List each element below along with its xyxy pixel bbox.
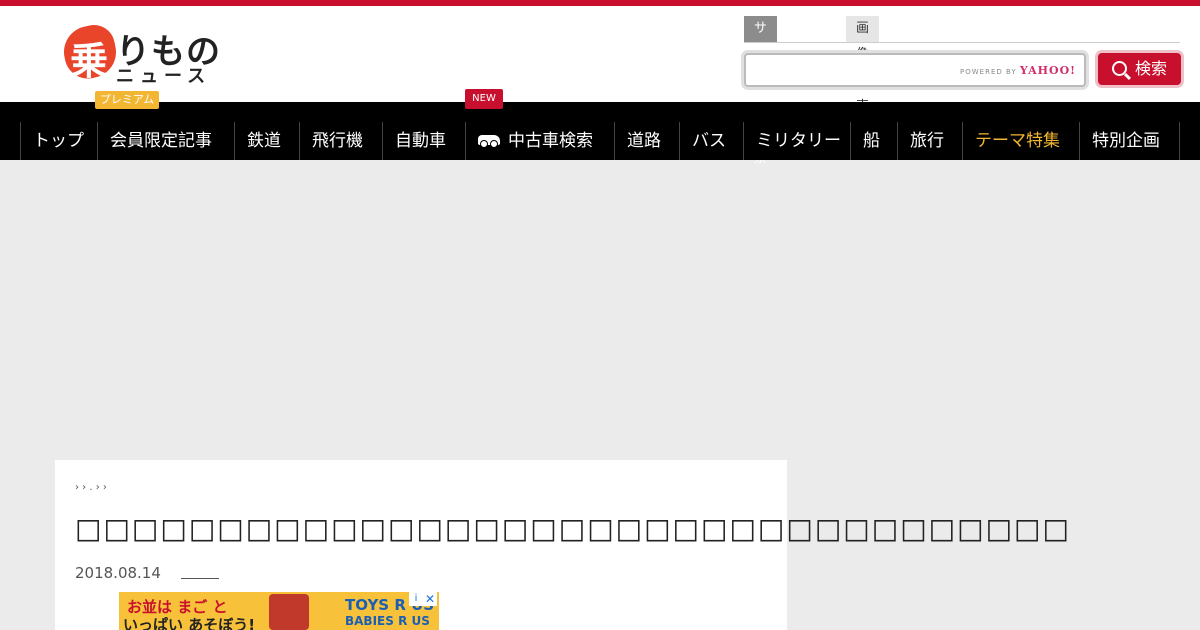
breadcrumb[interactable]: › › . › ›: [75, 482, 107, 493]
nav-item-military[interactable]: ミリタリー: [743, 122, 850, 160]
yahoo-logo: YAHOO!: [1019, 64, 1076, 77]
powered-by-label: POWERED BY YAHOO!: [960, 64, 1076, 77]
tab-site-search[interactable]: サイト内検索: [744, 16, 778, 166]
nav-item-top[interactable]: トップ: [20, 122, 97, 160]
nav-item-travel[interactable]: 旅行: [897, 122, 962, 160]
ad-toy-image: [269, 594, 309, 630]
ad-info-icon[interactable]: i: [409, 592, 423, 606]
logo-kanji: 乗: [70, 38, 109, 83]
main-nav: トップ 会員限定記事 鉄道 飛行機 自動車 中古車検索 道路 バス ミリタリー …: [0, 102, 1200, 160]
article-author[interactable]: [181, 564, 219, 579]
ad-line-2: いっぱい あそぼう!: [123, 616, 256, 630]
powered-by-text: POWERED BY: [960, 68, 1017, 76]
nav-item-ship[interactable]: 船: [850, 122, 897, 160]
nav-item-used-car[interactable]: 中古車検索: [465, 122, 614, 160]
search-button-label: 検索: [1134, 59, 1167, 78]
article-card: › › . › › □□□□□□□□□□□□□□□□□□□□□□□□□□□□□□…: [55, 460, 1069, 630]
nav-item-used-car-label: 中古車検索: [508, 131, 593, 151]
new-badge: NEW: [465, 89, 503, 109]
search-divider: [744, 42, 1180, 43]
nav-item-airplane[interactable]: 飛行機: [299, 122, 382, 160]
ad-close-icon[interactable]: ✕: [423, 592, 437, 606]
nav-item-members[interactable]: 会員限定記事: [97, 122, 234, 160]
search-icon: [1111, 61, 1127, 76]
nav-item-railway[interactable]: 鉄道: [234, 122, 299, 160]
car-icon: [478, 135, 500, 148]
nav-right-divider: [1179, 122, 1180, 160]
nav-item-special[interactable]: 特別企画: [1079, 122, 1179, 160]
ad-banner[interactable]: お並は まご と いっぱい あそぼう! TOYS R US BABIES R U…: [119, 592, 439, 630]
nav-item-road[interactable]: 道路: [614, 122, 679, 160]
article-date: 2018.08.14: [75, 564, 161, 582]
search-input[interactable]: POWERED BY YAHOO!: [744, 53, 1086, 87]
nav-item-theme[interactable]: テーマ特集: [962, 122, 1079, 160]
site-logo[interactable]: 乗 りもの ニュース: [58, 21, 228, 94]
search-button[interactable]: 検索: [1098, 53, 1181, 85]
tab-image-search[interactable]: 画像検索: [846, 16, 880, 114]
logo-sub-text: ニュース: [116, 66, 212, 87]
ad-brand-logo-2: BABIES R US: [345, 614, 430, 628]
nav-item-car[interactable]: 自動車: [382, 122, 465, 160]
article-title: □□□□□□□□□□□□□□□□□□□□□□□□□□□□□□□□□□□: [75, 512, 1071, 545]
nav-item-bus[interactable]: バス: [679, 122, 743, 160]
premium-badge: プレミアム: [95, 91, 159, 109]
